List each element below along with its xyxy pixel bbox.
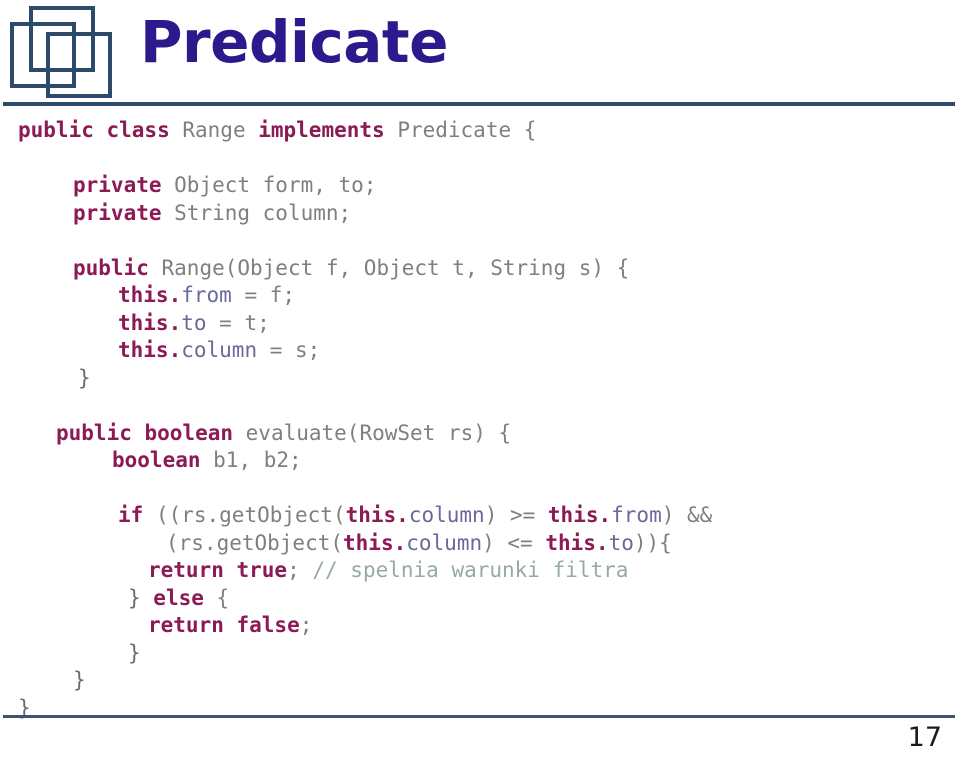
code-token-kw: private [73, 200, 175, 225]
code-token-kw: this [545, 530, 596, 555]
code-token-kw: public [73, 255, 162, 280]
code-line: this.from = f; [0, 282, 960, 310]
code-token-plain: Range [182, 118, 259, 142]
three-overlapping-squares-logo [8, 4, 126, 102]
code-token-plain: = s; [257, 338, 321, 362]
code-token-brace: } [128, 640, 141, 665]
code-token-plain: ) <= [482, 530, 546, 555]
code-line: this.to = t; [0, 310, 960, 338]
code-token-kw: implements [258, 118, 398, 142]
code-token-kw: this [118, 310, 169, 335]
code-line: return true; // spelnia warunki filtra [0, 557, 960, 585]
code-token-brace: } [128, 585, 154, 610]
code-token-kw: . [168, 283, 182, 307]
code-token-kw: . [393, 530, 407, 555]
code-token-kw: this [343, 530, 394, 555]
code-token-plain: ; [287, 558, 313, 582]
code-token-comment: // spelnia warunki filtra [312, 558, 629, 582]
code-line: private String column; [0, 200, 960, 228]
code-token-kw: return true [148, 558, 288, 582]
code-line: this.column = s; [0, 337, 960, 365]
code-token-field: to [181, 310, 207, 335]
code-token-plain: Predicate { [397, 118, 537, 142]
code-line: private Object form, to; [0, 172, 960, 200]
code-line: } [0, 640, 960, 668]
code-token-field: column [408, 503, 485, 527]
code-token-plain: ((rs.getObject( [155, 503, 346, 527]
code-token-kw: this [118, 338, 169, 362]
code-token-plain: = t; [206, 310, 270, 335]
code-token-kw: . [396, 503, 409, 527]
code-token-field: from [611, 503, 662, 527]
header-divider [3, 102, 955, 106]
code-token-kw: public boolean [56, 420, 246, 445]
code-token-kw: this [547, 503, 599, 527]
code-token-plain: (rs.getObject( [166, 530, 344, 555]
code-token-plain: ) >= [484, 503, 548, 527]
slide-header: Predicate [0, 0, 960, 108]
page-title: Predicate [140, 8, 448, 76]
code-token-kw: if [118, 503, 156, 527]
code-line: if ((rs.getObject(this.column) >= this.f… [0, 502, 960, 530]
code-token-kw: return false [148, 613, 300, 637]
code-token-kw: . [598, 503, 612, 527]
code-token-field: column [406, 530, 483, 555]
code-token-kw: else [153, 585, 217, 610]
code-token-plain: = f; [231, 283, 296, 307]
code-line: } else { [0, 585, 960, 613]
code-line: } [0, 667, 960, 695]
code-line: public Range(Object f, Object t, String … [0, 255, 960, 283]
code-line: boolean b1, b2; [0, 447, 960, 475]
code-line: } [0, 365, 960, 393]
code-token-plain: { [216, 585, 230, 610]
code-token-kw: . [168, 310, 182, 335]
code-token-plain: String column; [174, 200, 352, 225]
code-token-brace: } [78, 365, 91, 390]
code-token-kw: boolean [112, 448, 214, 472]
code-token-kw: . [168, 338, 182, 362]
code-token-plain: b1, b2; [213, 448, 302, 472]
footer-divider [3, 715, 955, 718]
code-token-field: to [608, 530, 634, 555]
code-line: public boolean evaluate(RowSet rs) { [0, 420, 960, 448]
code-block: public class Range implements Predicate … [0, 117, 960, 722]
code-token-plain: ; [299, 613, 313, 637]
code-token-kw: private [73, 173, 175, 197]
code-line: (rs.getObject(this.column) <= this.to)){ [0, 530, 960, 558]
code-token-kw: this [345, 503, 397, 527]
code-token-field: column [181, 338, 258, 362]
code-token-plain: Object form, to; [174, 173, 377, 197]
code-line: return false; [0, 612, 960, 640]
code-token-plain: Range(Object f, Object t, String s) { [161, 255, 630, 280]
code-token-kw: . [595, 530, 609, 555]
code-token-brace: } [73, 668, 86, 692]
code-token-plain: ) && [661, 503, 713, 527]
page-number: 17 [907, 722, 942, 753]
code-line: public class Range implements Predicate … [0, 117, 960, 145]
code-token-field: from [181, 283, 232, 307]
code-token-kw: this [118, 283, 169, 307]
code-token-plain: evaluate(RowSet rs) { [245, 420, 512, 445]
code-token-kw: public class [18, 118, 183, 142]
code-token-plain: )){ [633, 530, 672, 555]
